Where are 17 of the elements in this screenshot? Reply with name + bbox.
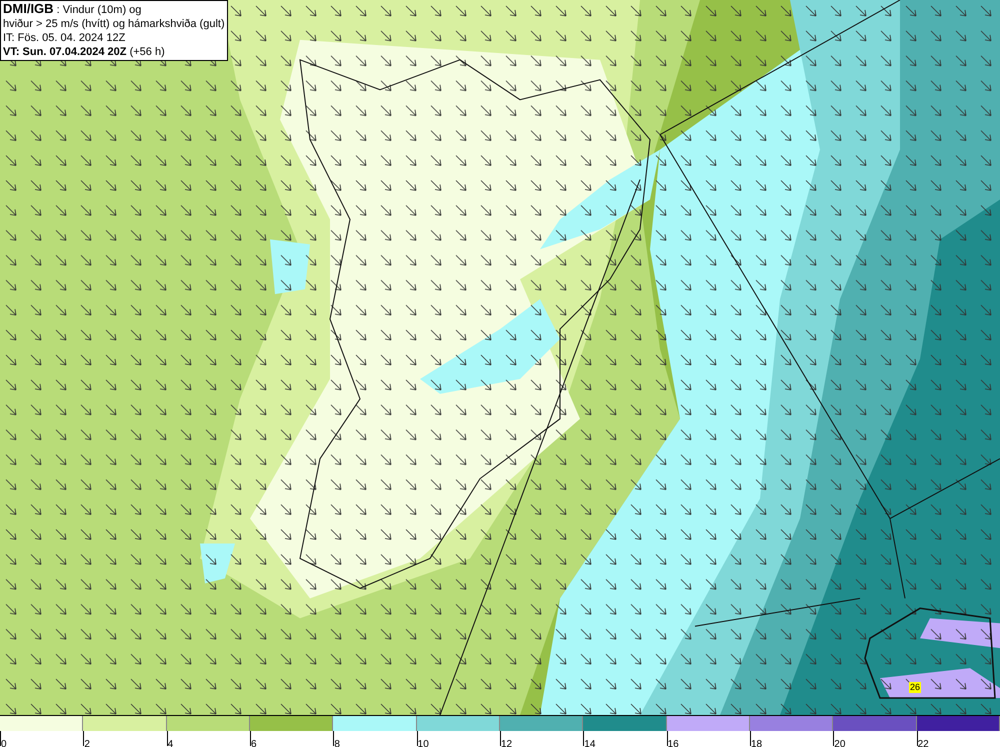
scale-tick-label: 2 bbox=[84, 739, 90, 747]
scale-tick-label: 4 bbox=[168, 739, 174, 747]
initial-time: IT: Fös. 05. 04. 2024 12Z bbox=[3, 31, 126, 45]
legend-title: DMI/IGB : Vindur (10m) og bbox=[3, 2, 142, 17]
scale-tick-label: 16 bbox=[668, 739, 679, 747]
scale-tick-label: 12 bbox=[500, 739, 512, 747]
scale-tick-label: 18 bbox=[750, 739, 762, 747]
scale-tick-label: 6 bbox=[250, 739, 257, 747]
scale-tick-label: 22 bbox=[918, 739, 929, 747]
scale-tick-label: 20 bbox=[834, 739, 846, 747]
valid-time: VT: Sun. 07.04.2024 20Z (+56 h) bbox=[3, 45, 166, 59]
legend-subtitle: hviður > 25 m/s (hvítt) og hámarkshviða (gult) bbox=[3, 17, 225, 31]
scale-tick-label: 10 bbox=[418, 739, 429, 747]
scale-tick-label: 8 bbox=[334, 739, 340, 747]
scale-tick-label: 14 bbox=[584, 739, 596, 747]
gust-value-label: 26 bbox=[909, 682, 922, 693]
scale-tick-label: 0 bbox=[1, 739, 7, 747]
